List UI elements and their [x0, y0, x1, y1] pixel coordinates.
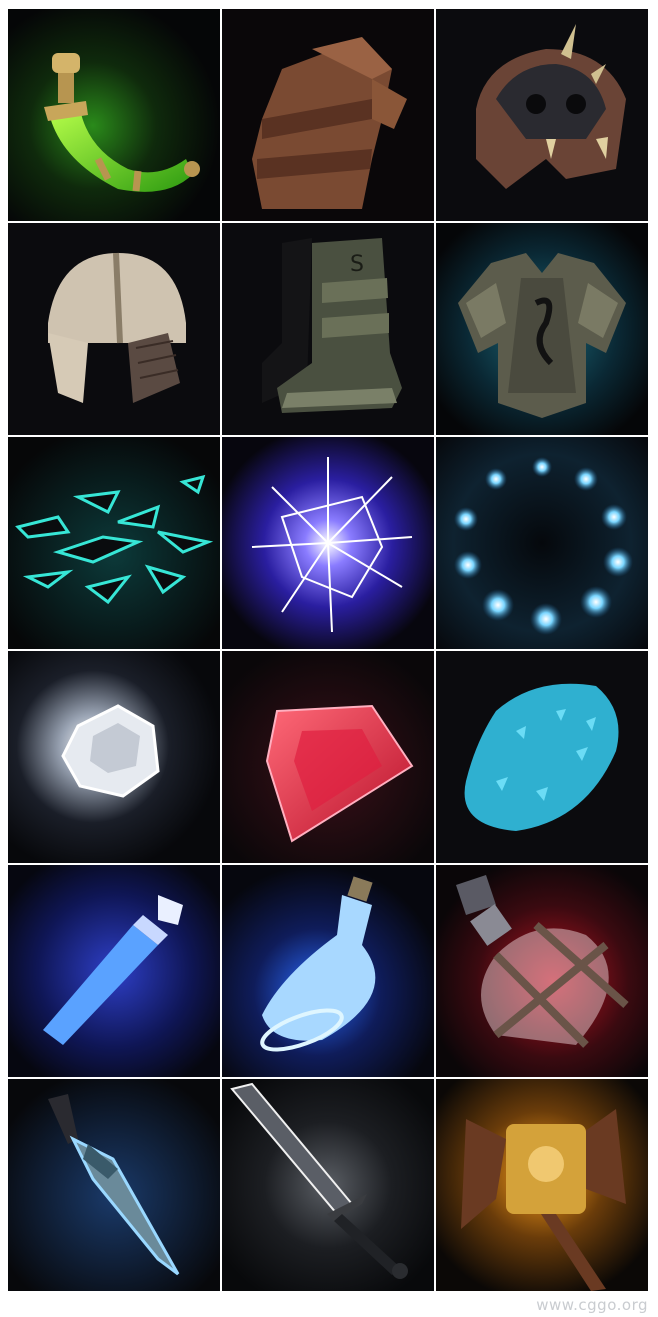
leather-gauntlet-icon[interactable] — [222, 9, 434, 221]
blue-crystal-vial-icon[interactable] — [8, 865, 220, 1077]
shattered-shards-icon[interactable] — [8, 437, 220, 649]
chest-armor-icon[interactable] — [436, 223, 648, 435]
white-diamond-icon[interactable] — [8, 651, 220, 863]
iron-boot-icon[interactable]: S — [222, 223, 434, 435]
svg-text:S: S — [350, 252, 364, 277]
red-potion-bottle-icon[interactable] — [436, 865, 648, 1077]
long-sword-icon[interactable] — [222, 1079, 434, 1291]
chain-helmet-icon[interactable] — [8, 223, 220, 435]
blue-crystal-icon[interactable] — [436, 651, 648, 863]
horn-potion-icon[interactable] — [8, 9, 220, 221]
skull-pauldron-icon[interactable] — [436, 9, 648, 221]
watermark-text: www.cggo.org — [536, 1296, 648, 1314]
red-gem-icon[interactable] — [222, 651, 434, 863]
orb-ring-icon[interactable] — [436, 437, 648, 649]
golden-axe-icon[interactable] — [436, 1079, 648, 1291]
icon-grid: S — [8, 9, 648, 1291]
blue-flask-icon[interactable] — [222, 865, 434, 1077]
blue-dagger-icon[interactable] — [8, 1079, 220, 1291]
lightning-burst-icon[interactable] — [222, 437, 434, 649]
